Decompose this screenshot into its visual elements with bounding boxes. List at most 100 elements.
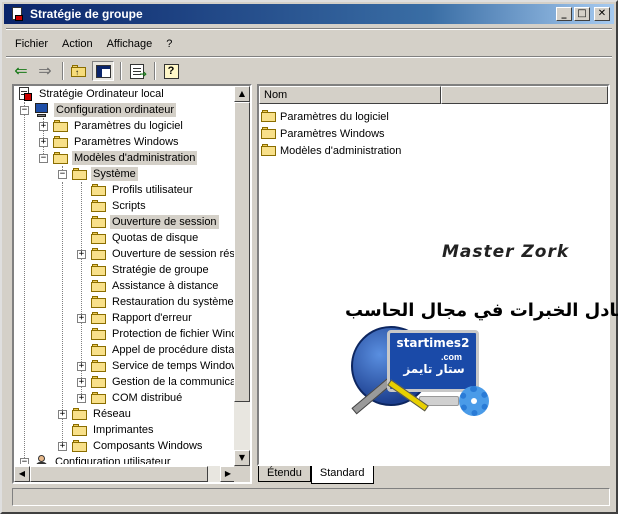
minimize-button[interactable]: _ <box>556 7 572 21</box>
expand-toggle[interactable]: + <box>39 122 48 131</box>
tree-item-computer-config[interactable]: Configuration ordinateur <box>34 102 177 118</box>
gear-icon <box>459 386 489 416</box>
expand-toggle[interactable]: + <box>77 394 86 403</box>
computer-icon <box>34 102 51 118</box>
scroll-thumb[interactable] <box>234 102 250 402</box>
tree-item-network[interactable]: Réseau <box>72 406 133 422</box>
collapse-toggle[interactable]: − <box>20 106 29 115</box>
folder-icon <box>53 135 69 149</box>
tree-item-windows-components[interactable]: Composants Windows <box>72 438 204 454</box>
column-header-empty[interactable] <box>441 86 608 104</box>
tree-item-file-protection[interactable]: Protection de fichier Wind <box>91 326 236 342</box>
folder-icon <box>91 295 107 309</box>
console-tree[interactable]: Stratégie Ordinateur local − Configurati… <box>12 84 252 484</box>
help-icon: ? <box>163 63 179 79</box>
close-button[interactable]: ✕ <box>594 7 610 21</box>
tree-item-system[interactable]: Système <box>72 166 138 182</box>
tree-item-remote-assistance[interactable]: Assistance à distance <box>91 278 220 294</box>
tree-item-dcom[interactable]: COM distribué <box>91 390 184 406</box>
collapse-toggle[interactable]: − <box>58 170 67 179</box>
folder-icon <box>261 127 277 140</box>
toolbar-separator <box>120 62 122 80</box>
folder-icon <box>91 375 107 389</box>
scroll-left-button[interactable]: ◀ <box>14 466 30 482</box>
group-policy-window: Stratégie de groupe _ □ ✕ Fichier Action… <box>0 0 618 514</box>
folder-icon <box>91 359 107 373</box>
tree-item-group-policy[interactable]: Stratégie de groupe <box>91 262 211 278</box>
expand-toggle[interactable]: + <box>77 250 86 259</box>
maximize-button[interactable]: □ <box>574 7 590 21</box>
expand-toggle[interactable]: + <box>77 362 86 371</box>
scroll-down-button[interactable]: ▼ <box>234 450 250 466</box>
tree-item-label: Appel de procédure distar <box>112 344 236 356</box>
tree-item-scripts[interactable]: Scripts <box>91 198 148 214</box>
scroll-thumb[interactable] <box>30 466 208 482</box>
tree-item-label: Configuration ordinateur <box>54 103 177 117</box>
tree-item-user-profiles[interactable]: Profils utilisateur <box>91 182 195 198</box>
tree-item-system-restore[interactable]: Restauration du système <box>91 294 236 310</box>
list-item[interactable]: Paramètres Windows <box>261 125 385 142</box>
tree-guide <box>62 182 63 444</box>
tree-horizontal-scrollbar[interactable]: ◀ ▶ <box>14 466 236 482</box>
tree-item-label: Ouverture de session <box>110 215 219 229</box>
tree-vertical-scrollbar[interactable]: ▲ ▼ <box>234 86 250 466</box>
list-item-label: Paramètres du logiciel <box>280 110 389 123</box>
tree-item-label: Réseau <box>93 408 131 420</box>
list-item[interactable]: Modèles d'administration <box>261 142 401 159</box>
signature-text: Master Zork <box>442 242 570 262</box>
tree-item-rpc[interactable]: Appel de procédure distar <box>91 342 236 358</box>
tree-item-user-config[interactable]: Configuration utilisateur <box>34 454 173 464</box>
expand-toggle[interactable]: + <box>58 410 67 419</box>
brand-logo-text: startimes2 <box>396 336 470 350</box>
list-item[interactable]: Paramètres du logiciel <box>261 108 389 125</box>
up-level-button[interactable]: ↑ <box>68 61 90 81</box>
tree-item-software-settings[interactable]: Paramètres du logiciel <box>53 118 185 134</box>
collapse-toggle[interactable]: − <box>39 154 48 163</box>
forward-button[interactable]: ⇒ <box>34 61 56 81</box>
toolbar: ⇐ ⇒ ↑ ➔ ? <box>10 60 184 82</box>
tab-standard[interactable]: Standard <box>310 466 374 484</box>
tree-item-windows-settings[interactable]: Paramètres Windows <box>53 134 181 150</box>
tree-item-root[interactable]: Stratégie Ordinateur local <box>18 86 166 102</box>
expand-toggle[interactable]: + <box>77 314 86 323</box>
tree-item-label: Ouverture de session rése <box>112 248 236 260</box>
scroll-up-button[interactable]: ▲ <box>234 86 250 102</box>
tree-item-admin-templates[interactable]: Modèles d'administration <box>53 150 198 166</box>
help-button[interactable]: ? <box>160 61 182 81</box>
folder-icon <box>91 311 107 325</box>
tree-guide <box>24 102 25 462</box>
tree-item-label: Scripts <box>112 200 146 212</box>
expand-toggle[interactable]: + <box>39 138 48 147</box>
column-header-nom[interactable]: Nom <box>259 86 441 104</box>
tab-etendu[interactable]: Étendu <box>258 466 311 482</box>
menu-action[interactable]: Action <box>55 36 100 54</box>
tree-item-label: Protection de fichier Wind <box>112 328 236 340</box>
menu-fichier[interactable]: Fichier <box>8 36 55 54</box>
show-tree-button[interactable] <box>92 61 114 81</box>
folder-icon <box>261 110 277 123</box>
toolbar-divider <box>6 56 612 58</box>
tree-item-error-reporting[interactable]: Rapport d'erreur <box>91 310 194 326</box>
tree-item-label: Quotas de disque <box>112 232 199 244</box>
tree-item-label: COM distribué <box>112 392 183 404</box>
tree-item-label: Stratégie de groupe <box>112 264 209 276</box>
title-bar[interactable]: Stratégie de groupe _ □ ✕ <box>4 4 614 24</box>
back-button[interactable]: ⇐ <box>10 61 32 81</box>
tree-item-time-service[interactable]: Service de temps Window <box>91 358 236 374</box>
folder-icon <box>91 199 107 213</box>
expand-toggle[interactable]: + <box>58 442 67 451</box>
collapse-toggle[interactable]: − <box>20 458 29 464</box>
tree-item-net-logon[interactable]: Ouverture de session rése <box>91 246 236 262</box>
brand-arabic: ستار تايمز <box>403 362 465 376</box>
folder-icon <box>91 183 107 197</box>
menu-help[interactable]: ? <box>159 36 179 54</box>
tree-item-label: Configuration utilisateur <box>55 456 171 464</box>
expand-toggle[interactable]: + <box>77 378 86 387</box>
toolbar-separator <box>154 62 156 80</box>
tree-item-comm-management[interactable]: Gestion de la communicati <box>91 374 236 390</box>
tree-item-disk-quotas[interactable]: Quotas de disque <box>91 230 200 246</box>
export-list-button[interactable]: ➔ <box>126 61 148 81</box>
tree-item-logon[interactable]: Ouverture de session <box>91 214 219 230</box>
tree-item-printers[interactable]: Imprimantes <box>72 422 156 438</box>
menu-affichage[interactable]: Affichage <box>100 36 160 54</box>
